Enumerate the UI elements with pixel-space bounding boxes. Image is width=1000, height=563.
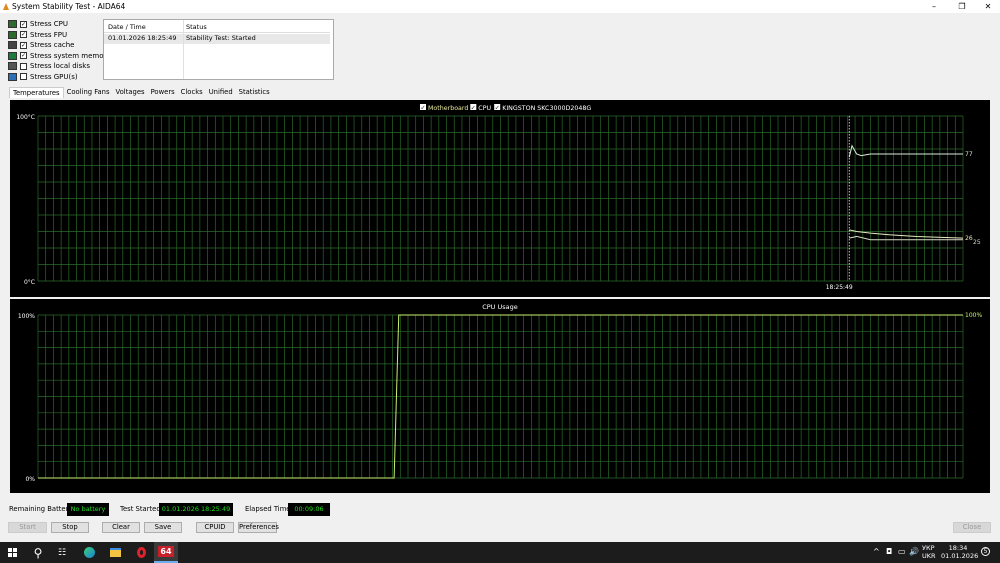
checkmark-icon: ✓ xyxy=(495,105,500,112)
cpuid-button[interactable]: CPUID xyxy=(196,522,234,533)
checkbox[interactable]: ✓ xyxy=(20,20,27,28)
legend-entry: Motherboard xyxy=(428,105,468,112)
y-axis-top-label: 100°C xyxy=(16,114,35,121)
y-axis-bottom-label: 0°C xyxy=(24,279,35,286)
aida64-app-icon xyxy=(3,3,9,10)
memory-icon xyxy=(8,51,17,60)
test-started-value: 01.01.2026 18:25:49 xyxy=(159,503,233,516)
battery-label: Remaining Battery: xyxy=(9,505,75,513)
fpu-icon xyxy=(8,30,17,39)
checkbox[interactable]: ✓ xyxy=(20,31,27,38)
tab-statistics[interactable]: Statistics xyxy=(236,87,273,98)
series-end-label: 26 xyxy=(965,235,973,242)
checkbox[interactable] xyxy=(20,62,27,70)
tab-cooling-fans[interactable]: Cooling Fans xyxy=(64,87,113,98)
tab-temperatures[interactable]: Temperatures xyxy=(9,87,64,98)
title-bar: System Stability Test - AIDA64 – ❐ ✕ xyxy=(0,0,1000,13)
aida64-taskbar-button[interactable]: 64 xyxy=(154,542,178,563)
option-stress-local-disks[interactable]: Stress local disks xyxy=(8,61,90,71)
search-icon[interactable]: ⚲ xyxy=(26,542,50,563)
log-row[interactable]: 01.01.2026 18:25:49 Stability Test: Star… xyxy=(104,34,330,44)
edge-icon[interactable] xyxy=(77,542,101,563)
network-icon[interactable]: ▭ xyxy=(898,547,906,556)
legend-entry: KINGSTON SKC3000D2048G xyxy=(502,105,591,112)
cpu-usage-chart-panel: 100% 0% CPU Usage 100% xyxy=(10,299,990,493)
language-indicator[interactable]: УКР UKR xyxy=(922,544,936,560)
chart-title: CPU Usage xyxy=(482,303,518,311)
file-explorer-icon[interactable] xyxy=(103,542,127,563)
option-stress-fpu[interactable]: ✓ Stress FPU xyxy=(8,30,67,40)
volume-icon[interactable]: 🔊 xyxy=(909,547,919,556)
log-status: Stability Test: Started xyxy=(186,34,256,42)
option-stress-system-memory[interactable]: ✓ Stress system memory xyxy=(8,51,111,61)
elapsed-time-label: Elapsed Time: xyxy=(245,505,293,513)
log-header: Date / Time Status xyxy=(104,23,330,33)
event-log-table[interactable]: Date / Time Status 01.01.2026 18:25:49 S… xyxy=(103,19,334,80)
gpu-icon xyxy=(8,72,17,81)
close-button[interactable]: Close xyxy=(953,522,991,533)
save-button[interactable]: Save xyxy=(144,522,182,533)
window-title: System Stability Test - AIDA64 xyxy=(12,2,126,11)
series-line-cpu xyxy=(848,144,963,158)
cpu-icon xyxy=(8,20,17,28)
clock-date: 01.01.2026 xyxy=(941,552,979,560)
tab-powers[interactable]: Powers xyxy=(148,87,178,98)
clear-button[interactable]: Clear xyxy=(102,522,140,533)
elapsed-time-value: 00:09:06 xyxy=(288,503,330,516)
language-code: УКР xyxy=(922,544,935,552)
stop-button[interactable]: Stop xyxy=(51,522,89,533)
header-status: Status xyxy=(186,23,207,31)
log-date: 01.01.2026 18:25:49 xyxy=(108,34,177,42)
time-marker-label: 18:25:49 xyxy=(826,284,853,291)
maximize-button[interactable]: ❐ xyxy=(948,0,976,13)
layout-code: UKR xyxy=(922,552,936,560)
option-label: Stress FPU xyxy=(30,30,68,39)
option-label: Stress local disks xyxy=(30,62,91,70)
series-line-motherboard xyxy=(849,229,964,239)
aida64-taskbar-icon: 64 xyxy=(158,546,174,557)
checkbox[interactable] xyxy=(20,73,27,80)
windows-start-icon[interactable] xyxy=(0,542,24,563)
y-axis-bottom-label: 0% xyxy=(25,476,35,483)
disk-icon xyxy=(8,62,17,70)
clock[interactable]: 18:34 01.01.2026 xyxy=(941,544,979,560)
option-stress-cache[interactable]: ✓ Stress cache xyxy=(8,40,74,50)
series-end-label: 100% xyxy=(965,312,982,319)
checkmark-icon: ✓ xyxy=(471,105,476,112)
y-axis-top-label: 100% xyxy=(18,313,35,320)
minimize-button[interactable]: – xyxy=(920,0,948,13)
option-stress-gpu-s-[interactable]: Stress GPU(s) xyxy=(8,72,78,82)
opera-icon[interactable] xyxy=(129,542,153,563)
preferences-button[interactable]: Preferences xyxy=(238,522,279,533)
series-line-kingston-skc-d-g xyxy=(849,235,963,241)
header-date-time: Date / Time xyxy=(108,23,146,31)
checkbox[interactable]: ✓ xyxy=(20,41,27,49)
notifications-icon[interactable]: 5 xyxy=(981,547,990,556)
checkmark-icon: ✓ xyxy=(421,105,426,112)
close-window-button[interactable]: ✕ xyxy=(974,0,1000,13)
checkbox[interactable]: ✓ xyxy=(20,52,27,59)
option-label: Stress cache xyxy=(30,41,75,49)
option-stress-cpu[interactable]: ✓ Stress CPU xyxy=(8,19,68,29)
task-view-icon[interactable]: ☷ xyxy=(50,542,74,563)
battery-value: No battery xyxy=(67,503,109,516)
test-started-label: Test Started: xyxy=(120,505,163,513)
option-label: Stress GPU(s) xyxy=(30,72,78,81)
legend-entry: CPU xyxy=(478,105,491,112)
tab-voltages[interactable]: Voltages xyxy=(113,87,148,98)
temperature-chart-panel: 100°C 0°C 18:25:49 77 26 25 ✓ Motherboard ✓ CPU ✓ K… xyxy=(10,100,990,297)
tab-clocks[interactable]: Clocks xyxy=(178,87,206,98)
start-button[interactable]: Start xyxy=(8,522,47,533)
cache-icon xyxy=(8,41,17,49)
option-label: Stress system memory xyxy=(30,51,111,60)
series-end-label: 25 xyxy=(973,239,981,246)
tab-unified[interactable]: Unified xyxy=(206,87,236,98)
tab-bar: Temperatures Cooling Fans Voltages Powers Cl… xyxy=(9,87,273,98)
show-hidden-icons[interactable]: ^ xyxy=(873,547,880,556)
webcam-icon[interactable]: ◘ xyxy=(886,547,892,556)
series-end-label: 77 xyxy=(965,151,973,158)
option-label: Stress CPU xyxy=(30,20,68,28)
clock-time: 18:34 xyxy=(948,544,968,552)
